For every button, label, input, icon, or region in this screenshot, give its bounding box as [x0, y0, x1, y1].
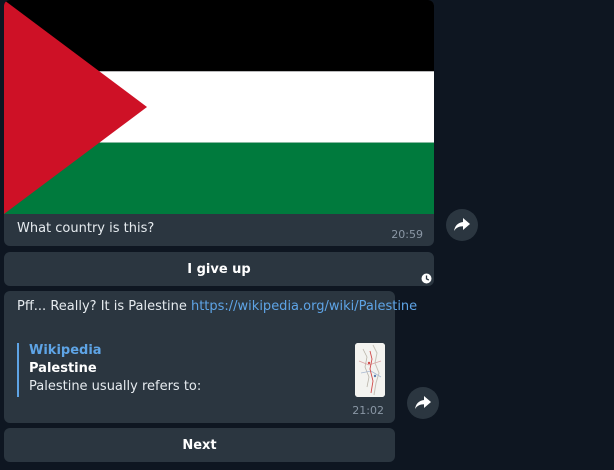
next-button[interactable]: Next	[4, 428, 395, 462]
message-caption: What country is this?	[17, 221, 155, 236]
share-button[interactable]	[407, 387, 439, 419]
share-arrow-icon	[415, 396, 431, 409]
share-arrow-icon	[454, 218, 470, 231]
palestine-flag-image[interactable]	[4, 0, 434, 214]
i-give-up-label: I give up	[187, 261, 251, 277]
text-message-bubble: Pff... Really? It is Palestine https://w…	[4, 291, 417, 423]
clock-icon	[421, 273, 432, 284]
message-time: 21:02	[352, 404, 384, 417]
preview-site-name: Wikipedia	[29, 343, 102, 358]
link-preview[interactable]: Wikipedia Palestine Palestine usually re…	[17, 343, 385, 397]
message-link[interactable]: https://wikipedia.org/wiki/Palestine	[191, 299, 417, 314]
preview-description: Palestine usually refers to:	[29, 379, 202, 394]
map-thumbnail[interactable]	[355, 343, 385, 397]
i-give-up-button[interactable]: I give up	[4, 252, 434, 286]
message-text: Pff... Really? It is Palestine https://w…	[17, 299, 417, 314]
preview-title: Palestine	[29, 361, 97, 376]
next-label: Next	[182, 437, 217, 453]
image-message-bubble: What country is this? 20:59	[4, 0, 434, 246]
share-button[interactable]	[446, 209, 478, 241]
message-body: Pff... Really? It is Palestine	[17, 299, 191, 314]
message-time: 20:59	[391, 228, 423, 241]
